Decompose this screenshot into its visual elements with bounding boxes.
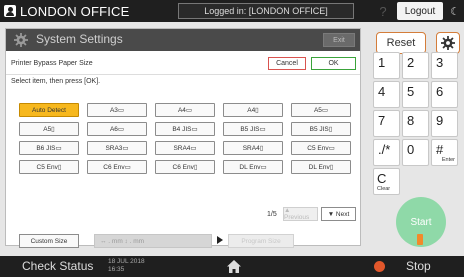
key-6[interactable]: 6: [431, 81, 458, 108]
size-button[interactable]: DL Env▯: [291, 160, 351, 174]
size-button[interactable]: A4▯: [223, 103, 283, 117]
key-label: 9: [436, 113, 444, 128]
key-3[interactable]: 3: [431, 52, 458, 79]
panel-header: System Settings Exit: [6, 29, 360, 51]
date-time: 18 JUL 2018 16:35: [108, 258, 145, 274]
top-bar: LONDON OFFICE Logged in: [LONDON OFFICE]…: [0, 0, 464, 22]
key-sub-label: Enter: [441, 157, 455, 163]
key-label: 5: [407, 84, 415, 99]
size-button[interactable]: SRA4▯: [223, 141, 283, 155]
size-button[interactable]: A4▭: [155, 103, 215, 117]
key-label: 2: [407, 55, 415, 70]
settings-button[interactable]: [436, 32, 460, 54]
key-8[interactable]: 8: [402, 110, 429, 137]
gear-icon: [441, 36, 455, 50]
previous-page-button[interactable]: ▲ Previous: [283, 207, 318, 221]
size-button[interactable]: B6 JIS▭: [19, 141, 79, 155]
size-button[interactable]: C6 Env▯: [155, 160, 215, 174]
size-button[interactable]: B4 JIS▭: [155, 122, 215, 136]
key-5[interactable]: 5: [402, 81, 429, 108]
size-button[interactable]: SRA3▭: [87, 141, 147, 155]
key-2[interactable]: 2: [402, 52, 429, 79]
key-enter[interactable]: # Enter: [431, 139, 458, 166]
key-0[interactable]: 0: [402, 139, 429, 166]
size-button[interactable]: B5 JIS▭: [223, 122, 283, 136]
logged-in-status: Logged in: [LONDON OFFICE]: [178, 3, 354, 19]
system-settings-panel: System Settings Exit Printer Bypass Pape…: [5, 28, 361, 248]
cancel-button[interactable]: Cancel: [268, 57, 306, 70]
gear-icon: [14, 33, 28, 47]
page-indicator: 1/5: [267, 211, 277, 218]
size-button[interactable]: A6▭: [87, 122, 147, 136]
divider: [6, 74, 360, 75]
help-icon[interactable]: ?: [372, 0, 394, 22]
key-label: ./*: [378, 142, 391, 157]
key-1[interactable]: 1: [373, 52, 400, 79]
key-label: 4: [378, 84, 386, 99]
logout-button[interactable]: Logout: [397, 2, 443, 20]
ok-button[interactable]: OK: [311, 57, 356, 70]
time: 16:35: [108, 266, 125, 273]
key-label: 0: [407, 142, 415, 157]
size-button-auto-detect[interactable]: Auto Detect: [19, 103, 79, 117]
home-icon[interactable]: [226, 259, 242, 274]
stop-button[interactable]: Stop: [406, 259, 431, 273]
key-dot-star[interactable]: ./*: [373, 139, 400, 166]
office-name: LONDON OFFICE: [20, 3, 130, 19]
key-label: 6: [436, 84, 444, 99]
size-button[interactable]: DL Env▭: [223, 160, 283, 174]
key-label: 7: [378, 113, 386, 128]
exit-button[interactable]: Exit: [323, 33, 355, 47]
setting-title: Printer Bypass Paper Size: [11, 60, 93, 67]
key-label: 3: [436, 55, 444, 70]
energy-saver-icon[interactable]: ☾: [447, 2, 463, 20]
key-7[interactable]: 7: [373, 110, 400, 137]
user-icon: [4, 5, 16, 17]
program-size-button[interactable]: Program Size: [228, 234, 294, 248]
start-indicator: [417, 234, 423, 245]
arrow-right-icon: [217, 236, 223, 244]
key-9[interactable]: 9: [431, 110, 458, 137]
size-button[interactable]: A5▯: [19, 122, 79, 136]
size-button[interactable]: A5▭: [291, 103, 351, 117]
key-label: C: [377, 171, 387, 186]
user-info[interactable]: LONDON OFFICE: [0, 0, 175, 22]
key-clear[interactable]: C Clear: [373, 168, 400, 195]
size-button[interactable]: C6 Env▭: [87, 160, 147, 174]
next-page-button[interactable]: ▼ Next: [321, 207, 356, 221]
stop-icon[interactable]: [374, 261, 385, 272]
check-status-button[interactable]: Check Status: [22, 259, 93, 273]
key-4[interactable]: 4: [373, 81, 400, 108]
reset-button[interactable]: Reset: [376, 32, 426, 54]
size-button[interactable]: SRA4▭: [155, 141, 215, 155]
key-label: 1: [378, 55, 386, 70]
key-sub-label: Clear: [377, 186, 391, 192]
panel-title: System Settings: [36, 32, 123, 46]
date: 18 JUL 2018: [108, 258, 145, 265]
size-button[interactable]: B5 JIS▯: [291, 122, 351, 136]
instruction-text: Select item, then press [OK].: [11, 78, 101, 85]
size-button[interactable]: C5 Env▭: [291, 141, 351, 155]
size-button[interactable]: C5 Env▯: [19, 160, 79, 174]
custom-size-field[interactable]: ↔ . mm ↕ . mm: [94, 234, 212, 248]
bottom-bar: Check Status 18 JUL 2018 16:35 Stop: [0, 256, 464, 277]
key-label: #: [436, 142, 444, 157]
custom-size-button[interactable]: Custom Size: [19, 234, 79, 248]
key-label: 8: [407, 113, 415, 128]
size-button[interactable]: A3▭: [87, 103, 147, 117]
